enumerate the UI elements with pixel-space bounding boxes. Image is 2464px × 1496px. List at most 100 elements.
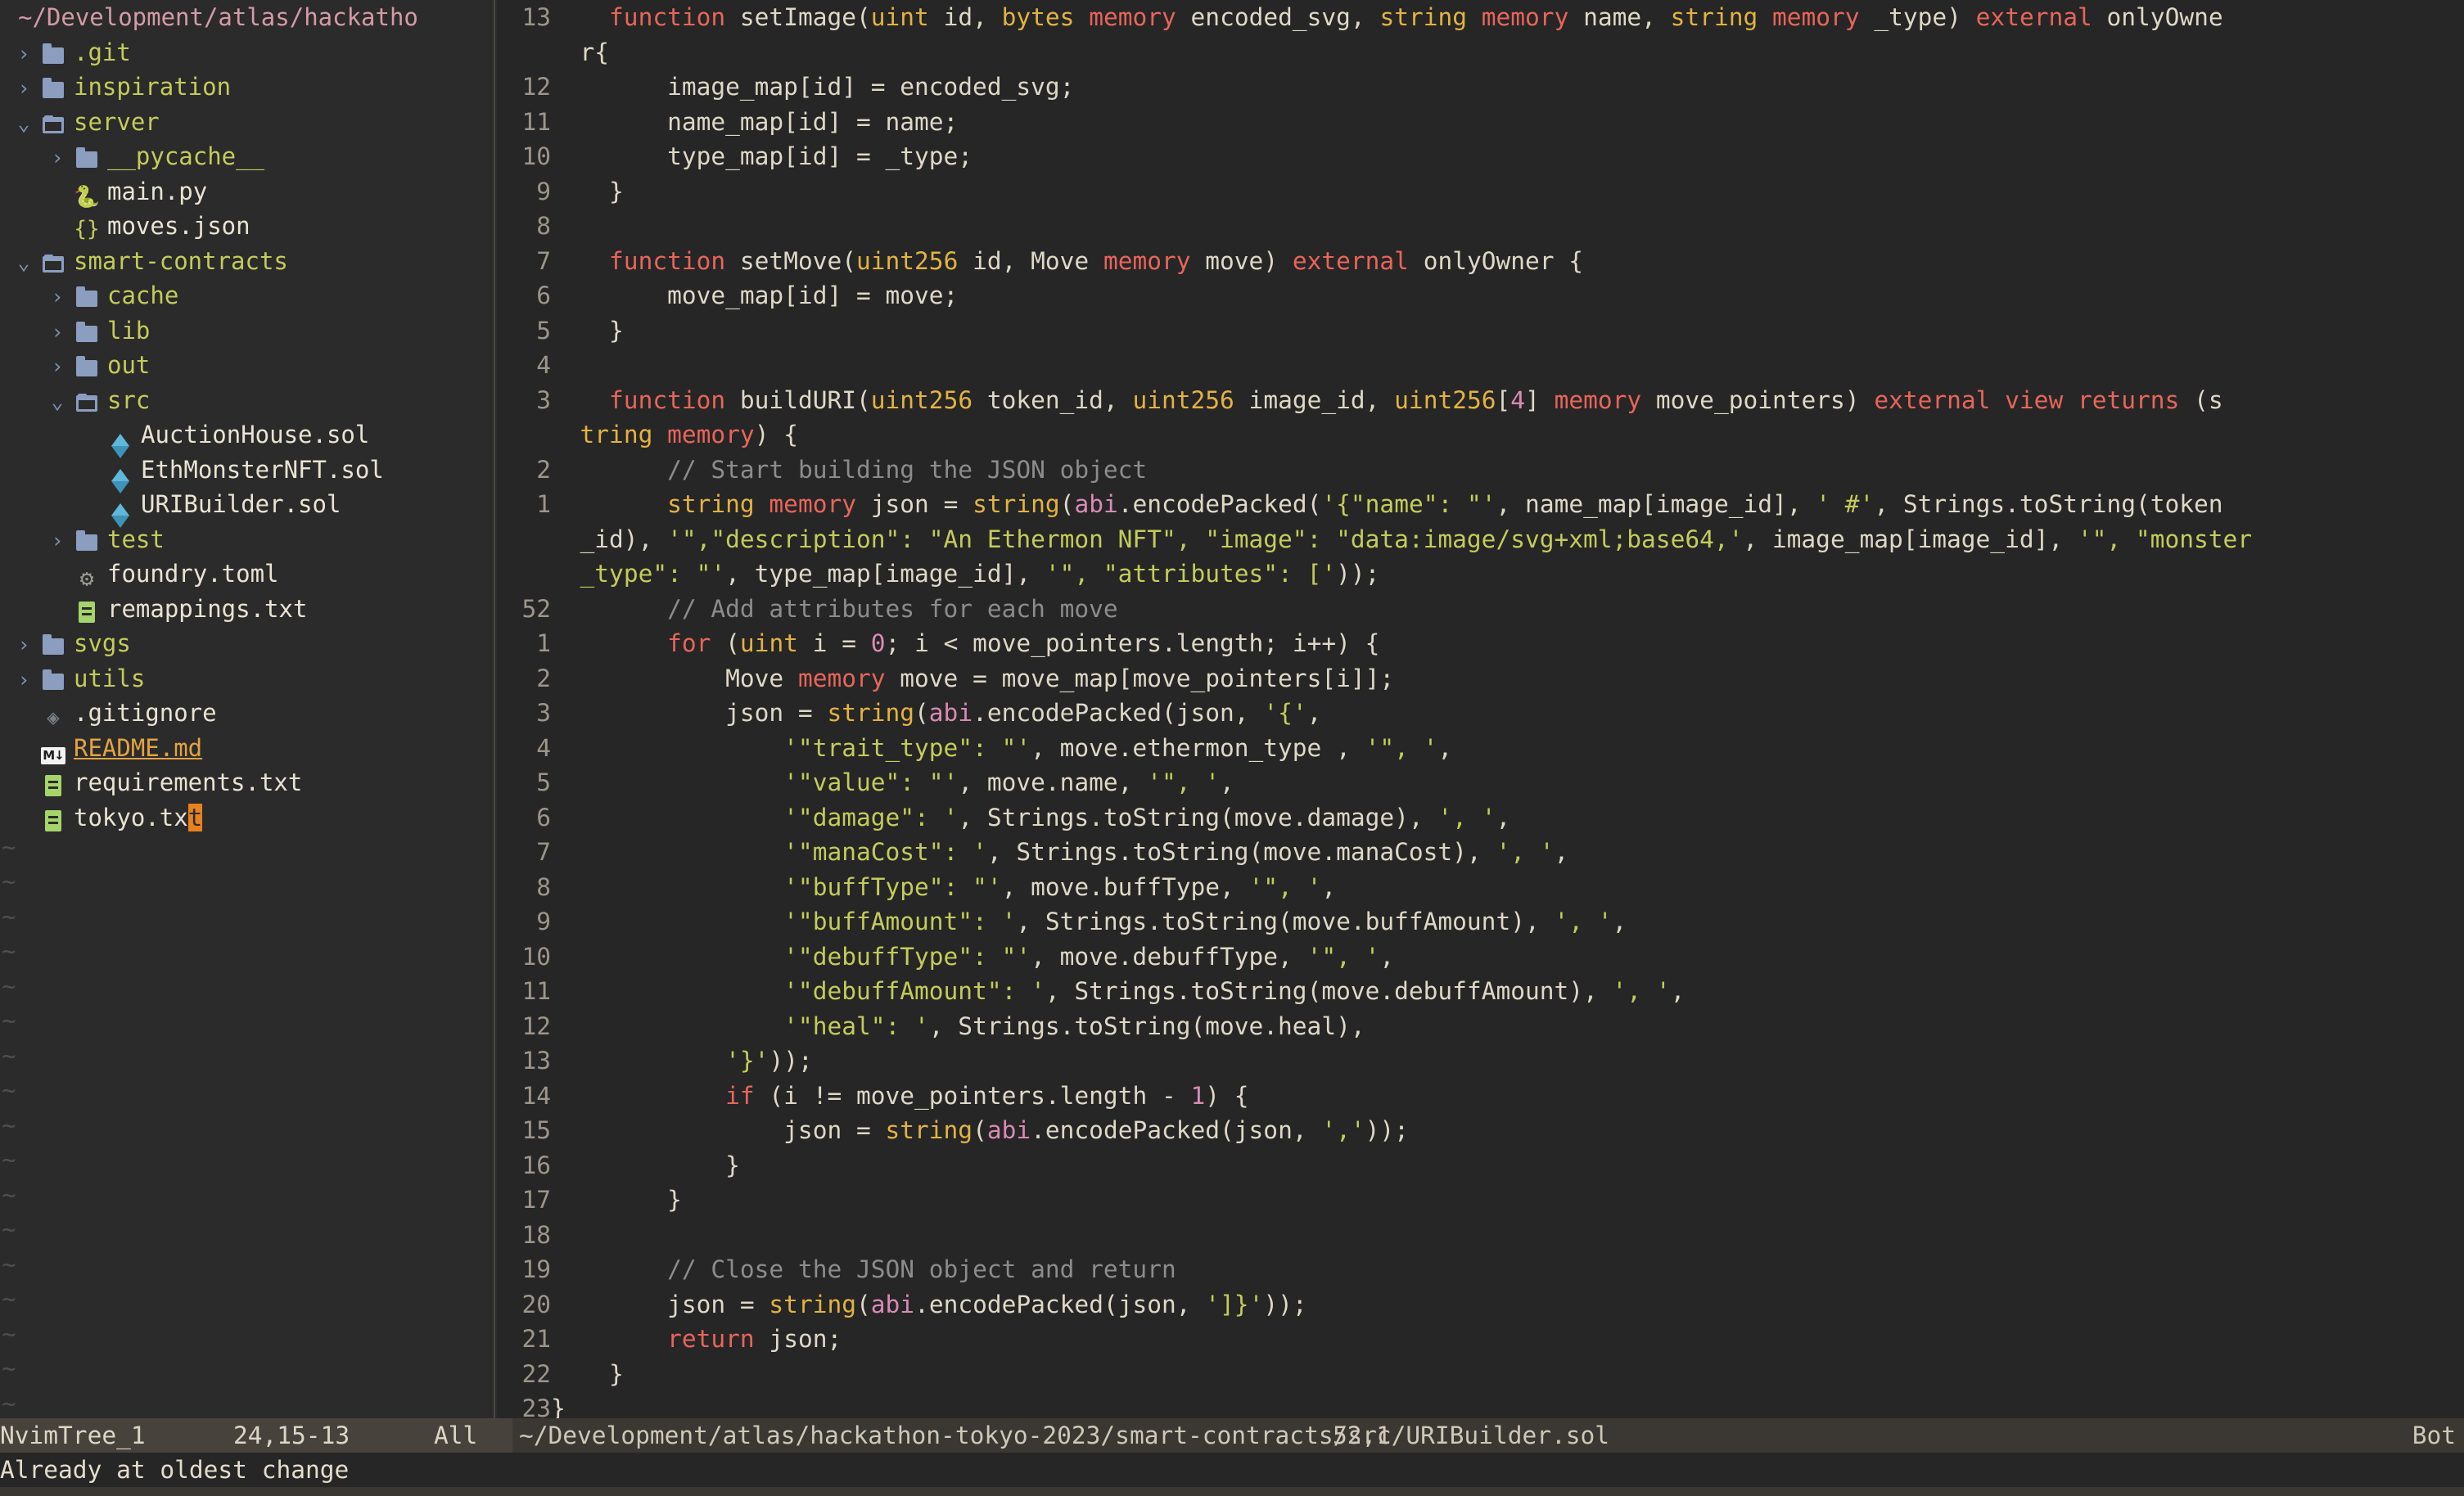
code-line[interactable]: 1 string memory json = string(abi.encode… (497, 487, 2464, 522)
chevron-right-icon[interactable]: › (8, 71, 39, 106)
code-line-text: function setMove(uint256 id, Move memory… (609, 246, 1584, 275)
chevron-right-icon[interactable]: › (42, 349, 73, 385)
chevron-right-icon[interactable]: › (42, 141, 73, 176)
chevron-right-icon[interactable]: › (42, 280, 73, 315)
tree-item-main-py[interactable]: 🐍 main.py (0, 174, 495, 210)
code-line[interactable]: 18 (497, 1218, 2464, 1253)
tree-item-svgs[interactable]: › svgs (0, 626, 495, 661)
code-line[interactable]: 5 } (497, 313, 2464, 349)
tree-item-requirements-txt[interactable]: requirements.txt (0, 765, 495, 800)
line-number: 4 (536, 733, 551, 762)
tree-item-remappings-txt[interactable]: remappings.txt (0, 592, 495, 627)
code-line[interactable]: 13 '}')); (497, 1043, 2464, 1079)
code-line[interactable]: 19 // Close the JSON object and return (497, 1252, 2464, 1287)
code-line-text: } (551, 1151, 740, 1179)
line-number: 11 (521, 107, 551, 136)
tree-item-git[interactable]: › .git (0, 35, 495, 70)
chevron-right-icon[interactable]: › (42, 524, 73, 559)
tree-item-foundry-toml[interactable]: ⚙ foundry.toml (0, 556, 495, 592)
code-line[interactable]: 3 function buildURI(uint256 token_id, ui… (497, 383, 2464, 418)
tree-item-src[interactable]: ⌄ src (0, 383, 495, 418)
code-line[interactable]: 2 Move memory move = move_map[move_point… (497, 661, 2464, 696)
code-line[interactable]: 22 } (497, 1357, 2464, 1392)
tree-item-moves-json[interactable]: {} moves.json (0, 209, 495, 244)
empty-line-marker: ~ (2, 1180, 16, 1209)
code-line-text: string memory json = string(abi.encodePa… (667, 490, 2223, 518)
code-line[interactable]: tring memory) { (497, 417, 2464, 453)
line-number: 1 (536, 490, 551, 518)
tree-item-auctionhouse-sol[interactable]: AuctionHouse.sol (0, 417, 495, 458)
tree-item-label: server (74, 107, 160, 136)
code-line[interactable]: 52 // Add attributes for each move (497, 592, 2464, 627)
tree-arrow-spacer (42, 210, 73, 246)
chevron-down-icon[interactable]: ⌄ (8, 106, 39, 142)
code-line[interactable]: 10 '"debuffType": "', move.debuffType, '… (497, 940, 2464, 975)
code-line[interactable]: 21 return json; (497, 1322, 2464, 1357)
code-line[interactable]: 8 '"buffType": "', move.buffType, '", ', (497, 870, 2464, 905)
code-line[interactable]: 4 '"trait_type": "', move.ethermon_type … (497, 731, 2464, 766)
tree-item-lib[interactable]: › lib (0, 313, 495, 349)
code-line[interactable]: 9 } (497, 174, 2464, 210)
chevron-right-icon[interactable]: › (8, 628, 39, 663)
code-line[interactable]: r{ (497, 35, 2464, 70)
tree-item-test[interactable]: › test (0, 522, 495, 557)
code-line[interactable]: 11 name_map[id] = name; (497, 105, 2464, 140)
code-line[interactable]: 13 function setImage(uint id, bytes memo… (497, 0, 2464, 35)
tree-item-pycache[interactable]: › __pycache__ (0, 139, 495, 174)
code-line[interactable]: 2 // Start building the JSON object (497, 453, 2464, 488)
file-explorer-sidebar[interactable]: ~ ~ ~ ~ ~ ~ ~ ~ ~ ~ ~ ~ ~ ~ ~ ~ ~ ~/Development/atlas/ha… (0, 0, 495, 1418)
status-right-segment: ~/Development/atlas/hackathon-tokyo-2023… (512, 1418, 2464, 1453)
line-number: 9 (536, 177, 551, 205)
code-line[interactable]: 9 '"buffAmount": ', Strings.toString(mov… (497, 904, 2464, 940)
code-line[interactable]: 12 image_map[id] = encoded_svg; (497, 70, 2464, 105)
code-editor-pane[interactable]: 13 function setImage(uint id, bytes memo… (497, 0, 2464, 1418)
code-line[interactable]: 23} (497, 1391, 2464, 1418)
code-line[interactable]: _type": "', type_map[image_id], '", "att… (497, 556, 2464, 592)
chevron-down-icon[interactable]: ⌄ (42, 385, 73, 420)
tree-item-server[interactable]: ⌄ server (0, 105, 495, 140)
code-line[interactable]: 20 json = string(abi.encodePacked(json, … (497, 1287, 2464, 1323)
code-line[interactable]: 11 '"debuffAmount": ', Strings.toString(… (497, 974, 2464, 1009)
code-line[interactable]: 5 '"value": "', move.name, '", ', (497, 765, 2464, 800)
file-tree[interactable]: ~/Development/atlas/hackatho › .git › inspi… (0, 0, 495, 835)
code-line[interactable]: _id), '","description": "An Ethermon NFT… (497, 522, 2464, 557)
chevron-right-icon[interactable]: › (8, 37, 39, 72)
chevron-down-icon[interactable]: ⌄ (8, 246, 39, 281)
folder-closed-icon (73, 349, 101, 385)
code-line[interactable]: 3 json = string(abi.encodePacked(json, '… (497, 696, 2464, 731)
tree-item-smart-contracts[interactable]: ⌄ smart-contracts (0, 244, 495, 279)
tree-item-readme-md[interactable]: M↓ README.md (0, 731, 495, 766)
code-line[interactable]: 6 move_map[id] = move; (497, 278, 2464, 313)
code-line[interactable]: 17 } (497, 1183, 2464, 1218)
folder-closed-icon (39, 628, 67, 663)
tree-item-uribuilder-sol[interactable]: URIBuilder.sol (0, 487, 495, 528)
ethereum-icon (106, 489, 134, 528)
code-line[interactable]: 10 type_map[id] = _type; (497, 139, 2464, 174)
code-line[interactable]: 7 function setMove(uint256 id, Move memo… (497, 244, 2464, 279)
code-line-text: for (uint i = 0; i < move_pointers.lengt… (667, 629, 1380, 657)
code-line[interactable]: 6 '"damage": ', Strings.toString(move.da… (497, 800, 2464, 836)
code-line[interactable]: 7 '"manaCost": ', Strings.toString(move.… (497, 835, 2464, 870)
code-line[interactable]: 16 } (497, 1148, 2464, 1183)
line-number: 20 (521, 1290, 551, 1318)
tree-item-inspiration[interactable]: › inspiration (0, 70, 495, 105)
code-line[interactable]: 14 if (i != move_pointers.length - 1) { (497, 1079, 2464, 1114)
tree-item-utils[interactable]: › utils (0, 661, 495, 696)
tree-item-out[interactable]: › out (0, 348, 495, 383)
code-line[interactable]: 8 (497, 209, 2464, 244)
status-cursor-rowcol: 52,1 (1333, 1422, 1392, 1449)
tree-item-tokyo-tx[interactable]: tokyo.txt (0, 800, 495, 836)
folder-closed-icon (73, 141, 101, 176)
line-number: 15 (521, 1116, 551, 1144)
tree-item-cache[interactable]: › cache (0, 278, 495, 313)
code-line[interactable]: 1 for (uint i = 0; i < move_pointers.len… (497, 626, 2464, 661)
chevron-right-icon[interactable]: › (42, 315, 73, 350)
code-line[interactable]: 15 json = string(abi.encodePacked(json, … (497, 1113, 2464, 1148)
command-line-message: Already at oldest change (0, 1453, 2464, 1487)
code-line[interactable]: 12 '"heal": ', Strings.toString(move.hea… (497, 1009, 2464, 1044)
tree-item-ethmonsternft-sol[interactable]: EthMonsterNFT.sol (0, 453, 495, 493)
code-line[interactable]: 4 (497, 348, 2464, 383)
chevron-right-icon[interactable]: › (8, 663, 39, 698)
line-number: 6 (536, 803, 551, 831)
tree-item-gitignore[interactable]: ◈ .gitignore (0, 696, 495, 731)
